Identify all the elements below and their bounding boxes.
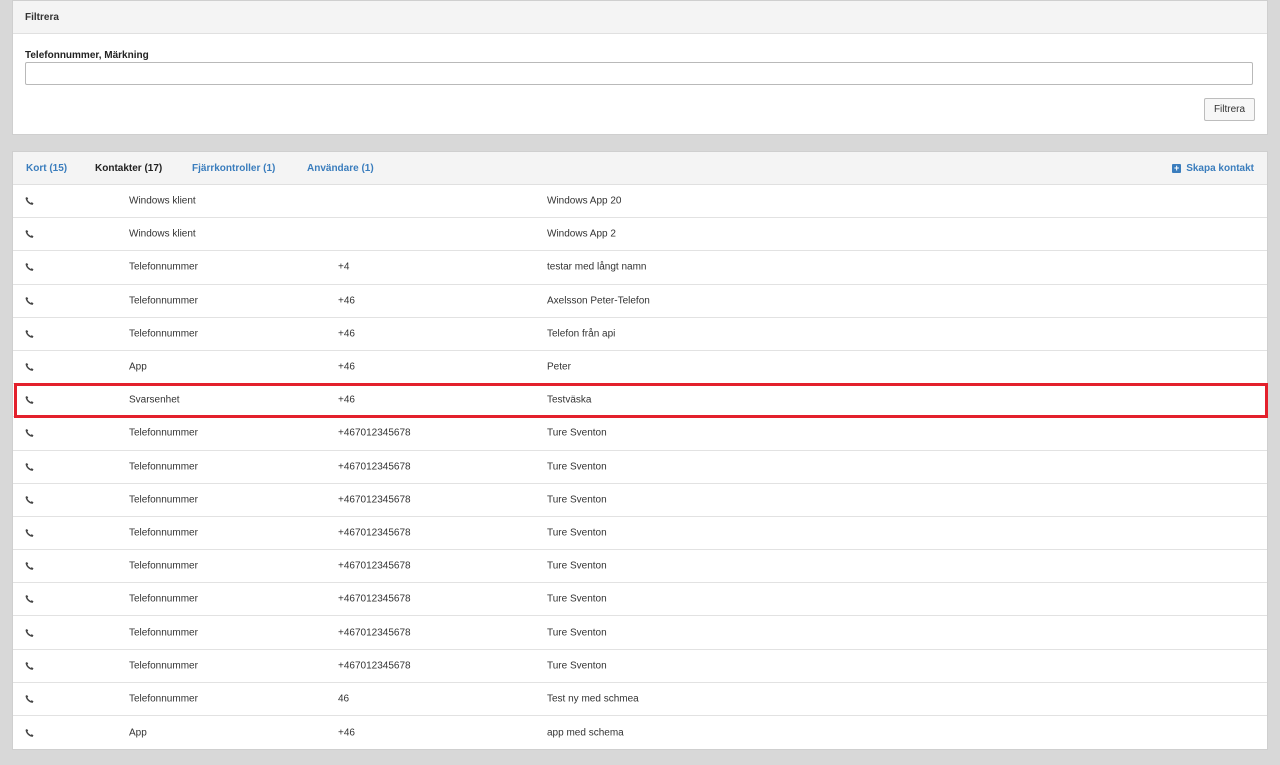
contact-number: +467012345678: [338, 427, 411, 439]
contact-name: Peter: [547, 361, 571, 373]
contact-number: +46: [338, 394, 355, 406]
contact-type: Windows klient: [129, 228, 196, 240]
tab-fjarrkontroller[interactable]: Fjärrkontroller (1): [192, 163, 275, 174]
contact-number: +46: [338, 295, 355, 307]
contact-number: +467012345678: [338, 627, 411, 639]
tab-kort[interactable]: Kort (15): [26, 163, 67, 174]
contact-row[interactable]: Telefonnummer +467012345678 Ture Sventon: [13, 417, 1267, 451]
contact-row[interactable]: Telefonnummer +467012345678 Ture Sventon: [13, 550, 1267, 584]
phone-icon: [25, 230, 34, 239]
contact-name: Ture Sventon: [547, 560, 607, 572]
tab-kontakter[interactable]: Kontakter (17): [95, 163, 162, 174]
contact-type: Telefonnummer: [129, 461, 198, 473]
create-contact-label: Skapa kontakt: [1186, 163, 1254, 174]
phone-icon: [25, 462, 34, 471]
contact-name: Test ny med schmea: [547, 693, 639, 705]
filter-field-label: Telefonnummer, Märkning: [25, 50, 149, 61]
phone-icon: [25, 694, 34, 703]
contact-name: testar med långt namn: [547, 261, 647, 273]
phone-icon: [25, 628, 34, 637]
phone-icon: [25, 495, 34, 504]
contact-type: Telefonnummer: [129, 627, 198, 639]
contact-number: +46: [338, 727, 355, 739]
contact-type: Telefonnummer: [129, 328, 198, 340]
phone-icon: [25, 728, 34, 737]
contact-type: Telefonnummer: [129, 560, 198, 572]
contact-name: Testväska: [547, 394, 592, 406]
phone-icon: [25, 263, 34, 272]
contact-name: app med schema: [547, 727, 624, 739]
contacts-list: Windows klient Windows App 20 Windows klie…: [13, 185, 1267, 749]
phone-icon: [25, 396, 34, 405]
create-contact-button[interactable]: + Skapa kontakt: [1172, 163, 1254, 174]
contact-row[interactable]: Telefonnummer +467012345678 Ture Sventon: [13, 517, 1267, 551]
contact-type: Telefonnummer: [129, 261, 198, 273]
phone-icon: [25, 296, 34, 305]
contact-type: Svarsenhet: [129, 394, 180, 406]
contact-name: Telefon från api: [547, 328, 616, 340]
contact-number: +467012345678: [338, 527, 411, 539]
contact-number: +4: [338, 261, 350, 273]
phone-icon: [25, 562, 34, 571]
contact-number: +46: [338, 328, 355, 340]
contact-number: +467012345678: [338, 660, 411, 672]
contact-name: Windows App 2: [547, 228, 616, 240]
phone-icon: [25, 528, 34, 537]
filter-input[interactable]: [25, 62, 1253, 85]
contact-row[interactable]: Windows klient Windows App 20: [13, 185, 1267, 219]
contact-number: +467012345678: [338, 593, 411, 605]
contact-name: Ture Sventon: [547, 427, 607, 439]
contact-type: App: [129, 361, 147, 373]
contact-row[interactable]: Telefonnummer +46 Axelsson Peter-Telefon: [13, 285, 1267, 318]
contact-type: Telefonnummer: [129, 660, 198, 672]
phone-icon: [25, 197, 34, 206]
contact-type: Telefonnummer: [129, 593, 198, 605]
phone-icon: [25, 363, 34, 372]
contact-name: Ture Sventon: [547, 627, 607, 639]
contact-number: 46: [338, 693, 350, 705]
phone-icon: [25, 661, 34, 670]
contact-row[interactable]: Telefonnummer +467012345678 Ture Sventon: [13, 451, 1267, 484]
phone-icon: [25, 595, 34, 604]
contact-name: Ture Sventon: [547, 494, 607, 506]
filter-button[interactable]: Filtrera: [1204, 98, 1255, 121]
contact-type: Telefonnummer: [129, 527, 198, 539]
contact-type: Telefonnummer: [129, 427, 198, 439]
contact-name: Ture Sventon: [547, 527, 607, 539]
contact-type: App: [129, 727, 147, 739]
filter-title: Filtrera: [25, 11, 59, 23]
contact-name: Ture Sventon: [547, 593, 607, 605]
contact-number: +467012345678: [338, 560, 411, 572]
contact-type: Telefonnummer: [129, 295, 198, 307]
contact-row[interactable]: Telefonnummer +4 testar med långt namn: [13, 251, 1267, 285]
contact-number: +467012345678: [338, 494, 411, 506]
contact-row[interactable]: Telefonnummer +46 Telefon från api: [13, 318, 1267, 351]
phone-icon: [25, 429, 34, 438]
contact-row[interactable]: Telefonnummer +467012345678 Ture Sventon: [13, 650, 1267, 683]
contact-row[interactable]: Telefonnummer +467012345678 Ture Sventon: [13, 583, 1267, 617]
contact-row[interactable]: Telefonnummer +467012345678 Ture Sventon: [13, 616, 1267, 650]
contact-number: +467012345678: [338, 461, 411, 473]
contact-name: Ture Sventon: [547, 461, 607, 473]
phone-icon: [25, 329, 34, 338]
contact-row[interactable]: Telefonnummer +467012345678 Ture Sventon: [13, 484, 1267, 517]
contact-number: +46: [338, 361, 355, 373]
tab-anvandare[interactable]: Användare (1): [307, 163, 374, 174]
filter-panel: Filtrera Telefonnummer, Märkning Filtrer…: [12, 0, 1268, 135]
filter-panel-header: Filtrera: [13, 1, 1267, 34]
contact-row[interactable]: Telefonnummer 46 Test ny med schmea: [13, 683, 1267, 716]
contact-type: Telefonnummer: [129, 494, 198, 506]
contact-name: Windows App 20: [547, 195, 622, 207]
contact-row[interactable]: App +46 app med schema: [13, 716, 1267, 749]
contact-type: Windows klient: [129, 195, 196, 207]
contact-type: Telefonnummer: [129, 693, 198, 705]
contact-row[interactable]: Windows klient Windows App 2: [13, 218, 1267, 252]
contacts-panel: Kort (15) Kontakter (17) Fjärrkontroller…: [12, 151, 1268, 750]
plus-square-icon: +: [1172, 163, 1182, 173]
contact-row[interactable]: App +46 Peter: [13, 351, 1267, 385]
tabs-bar: Kort (15) Kontakter (17) Fjärrkontroller…: [13, 152, 1267, 185]
contact-row[interactable]: Svarsenhet +46 Testväska: [13, 384, 1267, 418]
contact-name: Ture Sventon: [547, 660, 607, 672]
contact-name: Axelsson Peter-Telefon: [547, 295, 650, 307]
